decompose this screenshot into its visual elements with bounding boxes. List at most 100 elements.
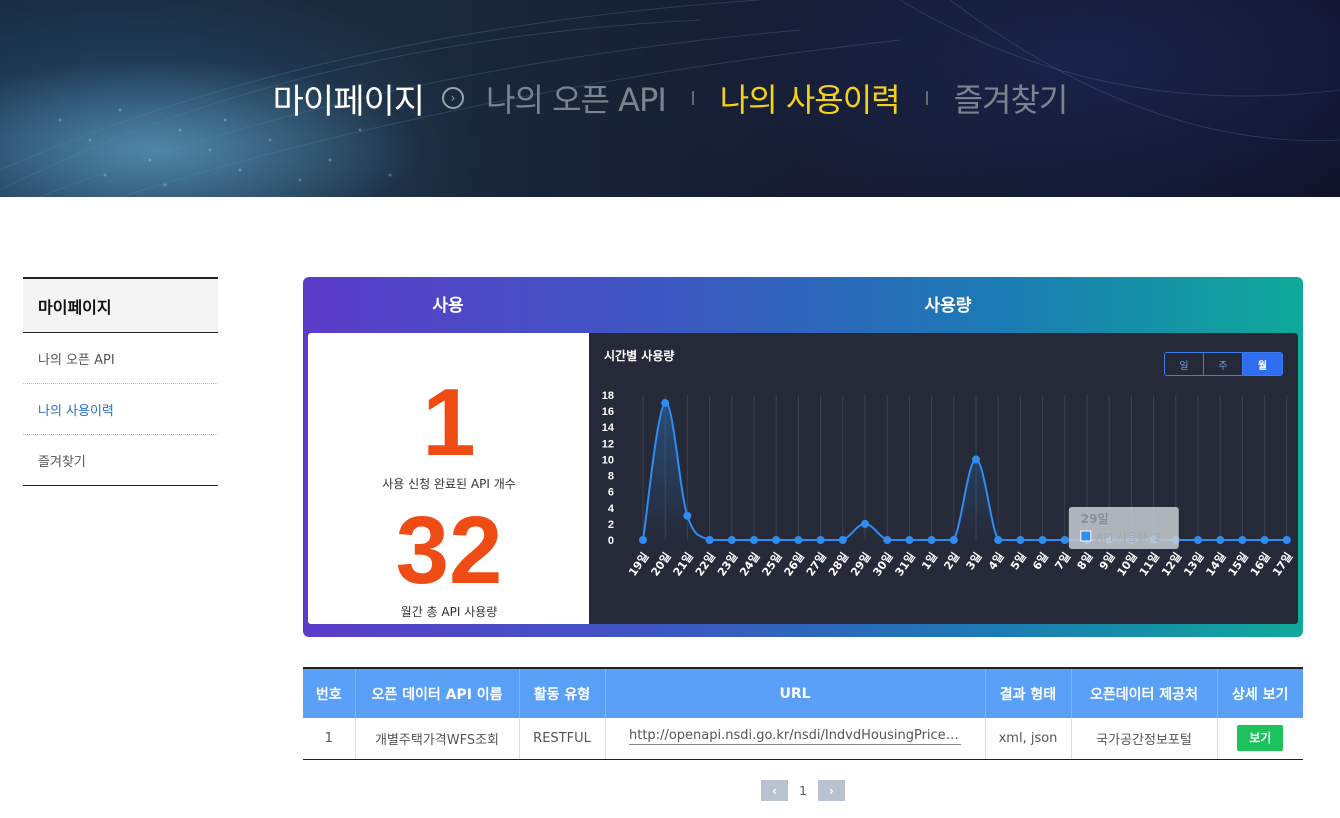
x-tick-label: 14일 <box>1203 550 1229 579</box>
x-tick-label: 12일 <box>1158 550 1184 579</box>
hero-link-my-open-api[interactable]: 나의 오픈 API <box>486 75 667 121</box>
x-tick-label: 31일 <box>892 550 918 579</box>
col-header-activity-type: 활동 유형 <box>519 668 606 718</box>
cell-no: 1 <box>303 718 356 760</box>
data-point <box>794 536 803 544</box>
col-header-no: 번호 <box>303 668 356 718</box>
data-point <box>772 536 781 544</box>
view-detail-button[interactable]: 보기 <box>1237 725 1284 752</box>
tooltip-title: 29일 <box>1081 512 1109 526</box>
usage-chart-box: 시간별 사용량 일 주 월 0 2 4 6 8 10 12 14 16 18 19일 20일 21일 22… <box>589 333 1298 624</box>
total-usage-value: 32 <box>395 497 503 604</box>
data-point <box>661 399 670 408</box>
data-point <box>683 511 692 520</box>
x-tick-label: 15일 <box>1225 550 1251 579</box>
usage-panel: 사용 사용량 1 사용 신청 완료된 API 개수 32 월간 총 API 사용… <box>303 277 1303 637</box>
data-point <box>972 455 980 464</box>
y-tick-label: 8 <box>608 471 614 483</box>
table-row: 1 개별주택가격WFS조회 RESTFUL http://openapi.nsd… <box>303 718 1303 760</box>
x-tick-label: 21일 <box>670 550 696 579</box>
sidebar-item-usage-history[interactable]: 나의 사용이력 <box>23 384 218 435</box>
col-header-api-name: 오픈 데이터 API 이름 <box>355 668 520 718</box>
usage-line-chart: 02468101214161819일20일21일22일23일24일25일26일2… <box>602 390 1296 579</box>
x-tick-label: 1일 <box>918 550 940 573</box>
x-tick-label: 30일 <box>870 550 896 579</box>
cell-detail: 보기 <box>1217 718 1303 760</box>
chevron-right-icon[interactable]: › <box>818 780 845 801</box>
data-point <box>905 536 914 544</box>
x-tick-label: 13일 <box>1180 550 1206 579</box>
data-point <box>883 536 892 544</box>
api-count-label: 사용 신청 완료된 API 개수 <box>382 477 516 491</box>
data-point <box>1194 536 1202 544</box>
cell-activity-type: RESTFUL <box>519 718 606 760</box>
col-header-result-format: 결과 형태 <box>985 668 1072 718</box>
hero-navigation: 마이페이지 › 나의 오픈 API 나의 사용이력 즐겨찾기 <box>0 70 1340 126</box>
usage-amount-header: 사용량 <box>924 296 972 316</box>
sidebar-item-my-open-api[interactable]: 나의 오픈 API <box>23 333 218 384</box>
x-tick-label: 11일 <box>1136 550 1162 579</box>
y-tick-label: 4 <box>608 503 615 515</box>
x-tick-label: 26일 <box>781 550 807 579</box>
data-point <box>838 536 847 544</box>
col-header-provider: 오픈데이터 제공처 <box>1071 668 1218 718</box>
x-tick-label: 24일 <box>736 550 762 579</box>
page-number[interactable]: 1 <box>788 784 818 798</box>
col-header-url: URL <box>605 668 986 718</box>
x-tick-label: 20일 <box>648 550 674 579</box>
col-header-detail: 상세 보기 <box>1232 686 1289 703</box>
hero-title: 마이페이지 <box>272 81 425 122</box>
y-tick-label: 10 <box>602 454 614 466</box>
y-tick-label: 0 <box>608 535 614 547</box>
x-tick-label: 17일 <box>1269 550 1295 579</box>
data-point <box>816 536 825 544</box>
data-point <box>994 536 1003 544</box>
usage-table: 번호 오픈 데이터 API 이름 활동 유형 URL 결과 형태 오픈데이터 제… <box>303 667 1303 760</box>
y-tick-label: 2 <box>608 519 614 531</box>
usage-header: 사용 <box>432 296 464 316</box>
data-point <box>705 536 714 544</box>
x-tick-label: 10일 <box>1114 550 1140 579</box>
sidebar-item-favorites[interactable]: 즐겨찾기 <box>23 435 218 486</box>
data-point <box>1060 536 1069 544</box>
cell-result-format: xml, json <box>985 718 1072 760</box>
pagination: ‹ 1 › <box>761 780 845 801</box>
cell-api-name: 개별주택가격WFS조회 <box>355 718 520 760</box>
data-point <box>1238 536 1247 544</box>
x-tick-label: 27일 <box>803 550 829 579</box>
y-tick-label: 18 <box>602 390 614 402</box>
usage-table-wrapper: 번호 오픈 데이터 API 이름 활동 유형 URL 결과 형태 오픈데이터 제… <box>303 667 1303 760</box>
data-point <box>750 536 758 544</box>
api-url-link[interactable]: http://openapi.nsdi.go.kr/nsdi/IndvdHous… <box>629 728 961 745</box>
hero-separator <box>925 91 928 105</box>
x-tick-label: 3일 <box>963 550 985 573</box>
tooltip-text: API 사용량: 2 <box>1096 531 1161 544</box>
x-tick-label: 25일 <box>759 550 785 579</box>
data-point <box>927 536 936 544</box>
data-point <box>1216 536 1225 544</box>
chevron-left-icon[interactable]: ‹ <box>761 780 788 801</box>
data-point <box>727 536 736 544</box>
hero-link-favorites[interactable]: 즐겨찾기 <box>954 75 1069 121</box>
sidebar-title: 마이페이지 <box>23 277 218 333</box>
y-tick-label: 16 <box>602 406 614 418</box>
chevron-right-circle-icon: › <box>442 87 465 109</box>
x-tick-label: 16일 <box>1247 550 1273 579</box>
api-count-value: 1 <box>422 369 476 476</box>
sidebar: 마이페이지 나의 오픈 API 나의 사용이력 즐겨찾기 <box>23 277 218 486</box>
x-tick-label: 7일 <box>1052 550 1074 573</box>
data-point <box>1038 536 1047 544</box>
data-point <box>1016 536 1025 544</box>
y-tick-label: 12 <box>602 438 614 450</box>
x-tick-label: 22일 <box>692 550 718 579</box>
y-tick-label: 14 <box>602 422 615 434</box>
data-point <box>1260 536 1269 544</box>
cell-provider: 국가공간정보포털 <box>1071 718 1218 760</box>
x-tick-label: 9일 <box>1096 550 1118 573</box>
x-tick-label: 2일 <box>941 550 963 573</box>
hero-link-usage-history[interactable]: 나의 사용이력 <box>720 75 901 121</box>
hero-separator <box>691 91 694 105</box>
x-tick-label: 6일 <box>1029 550 1051 573</box>
data-point <box>1282 536 1291 544</box>
x-tick-label: 5일 <box>1007 550 1029 573</box>
